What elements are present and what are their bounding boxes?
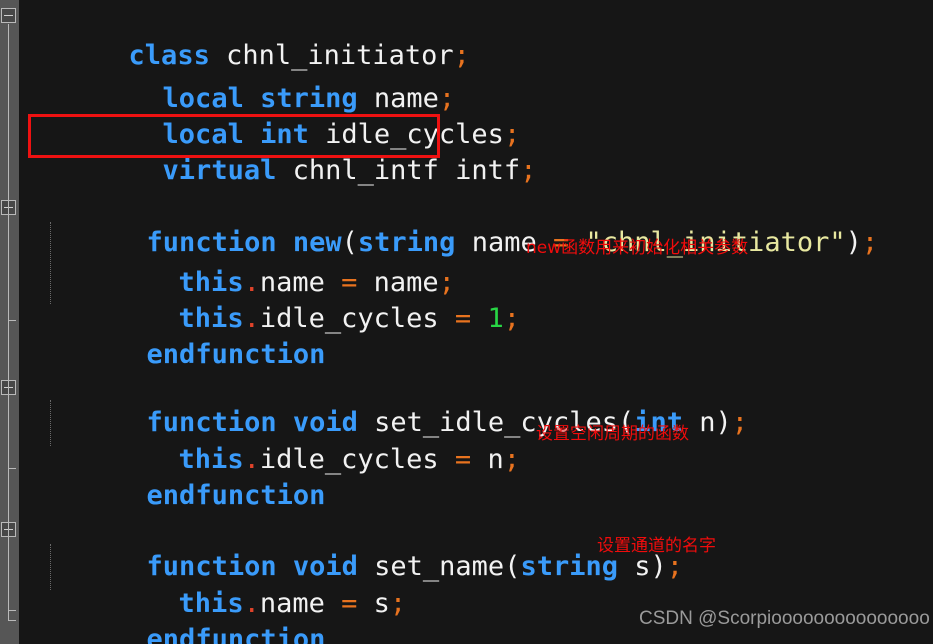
fold-marker-class[interactable]: [1, 8, 16, 23]
semicolon: ;: [520, 155, 537, 186]
semicolon: ;: [503, 303, 520, 334]
code-line-function-new: function new(string name = "chnl_initiat…: [49, 189, 879, 258]
number-literal-1: 1: [471, 303, 504, 334]
keyword-virtual: virtual: [162, 155, 277, 186]
code-line-assign-name-s: this.name = s;: [81, 550, 407, 619]
fold-line-set-idle-cycles: [8, 396, 9, 468]
identifier-chnl-intf-intf: chnl_intf intf: [276, 155, 521, 186]
code-line-assign-name: this.name = name;: [81, 229, 455, 298]
semicolon: ;: [453, 40, 470, 71]
code-line-endfunction-set-idle-cycles: endfunction: [49, 442, 326, 511]
fold-line-function-new: [8, 216, 9, 320]
assign-operator: =: [341, 588, 358, 619]
code-line-function-set-idle-cycles: function void set_idle_cycles(int n);: [49, 369, 749, 438]
semicolon: ;: [861, 227, 879, 258]
keyword-endfunction: endfunction: [146, 480, 326, 511]
code-content-area[interactable]: class chnl_initiator; local string name;…: [19, 0, 933, 644]
code-editor-screenshot: class chnl_initiator; local string name;…: [0, 0, 933, 644]
keyword-endfunction: endfunction: [146, 624, 326, 644]
close-paren: ): [845, 227, 862, 258]
fold-tick-set-name: [8, 610, 16, 611]
value-s: s: [357, 588, 390, 619]
indent-guide-set-idle-cycles: [50, 400, 52, 446]
code-line-assign-idle-cycles-n: this.idle_cycles = n;: [81, 406, 520, 475]
fold-tick-set-idle-cycles: [8, 468, 16, 469]
red-highlight-box: [28, 114, 440, 158]
assign-operator: =: [454, 303, 472, 334]
code-line-endfunction-set-name: endfunction: [49, 586, 326, 644]
fold-tick-class-end: [8, 620, 16, 621]
indent-guide-set-name: [50, 544, 52, 590]
semicolon: ;: [389, 588, 407, 619]
code-line-assign-idle-cycles-1: this.idle_cycles = 1;: [81, 265, 520, 334]
code-line-endfunction-new: endfunction: [49, 301, 326, 370]
annotation-set-idle-cycles: 设置空闲周期的函数: [536, 424, 689, 444]
annotation-set-name: 设置通道的名字: [597, 536, 716, 556]
fold-line-set-name: [8, 538, 9, 610]
code-line-local-string-name: local string name;: [65, 45, 456, 114]
fold-line-class: [8, 24, 9, 620]
code-line-function-set-name: function void set_name(string s);: [49, 513, 684, 582]
open-paren: (: [504, 551, 521, 582]
value-n: n: [471, 444, 504, 475]
editor-fold-gutter[interactable]: [0, 0, 19, 644]
close-paren: ): [715, 407, 732, 438]
code-line-local-int-idle-cycles: local int idle_cycles;: [65, 81, 521, 150]
indent-guide-new: [50, 222, 52, 304]
semicolon: ;: [731, 407, 749, 438]
code-line-class-declaration: class chnl_initiator;: [31, 2, 470, 71]
semicolon: ;: [503, 444, 520, 475]
fold-tick-function-new: [8, 320, 16, 321]
csdn-watermark: CSDN @Scorpiooooooooooooooo: [639, 608, 930, 629]
keyword-endfunction: endfunction: [146, 339, 326, 370]
annotation-new-function: new函数用来初始化相关参数: [526, 238, 749, 258]
assign-operator: =: [454, 444, 472, 475]
